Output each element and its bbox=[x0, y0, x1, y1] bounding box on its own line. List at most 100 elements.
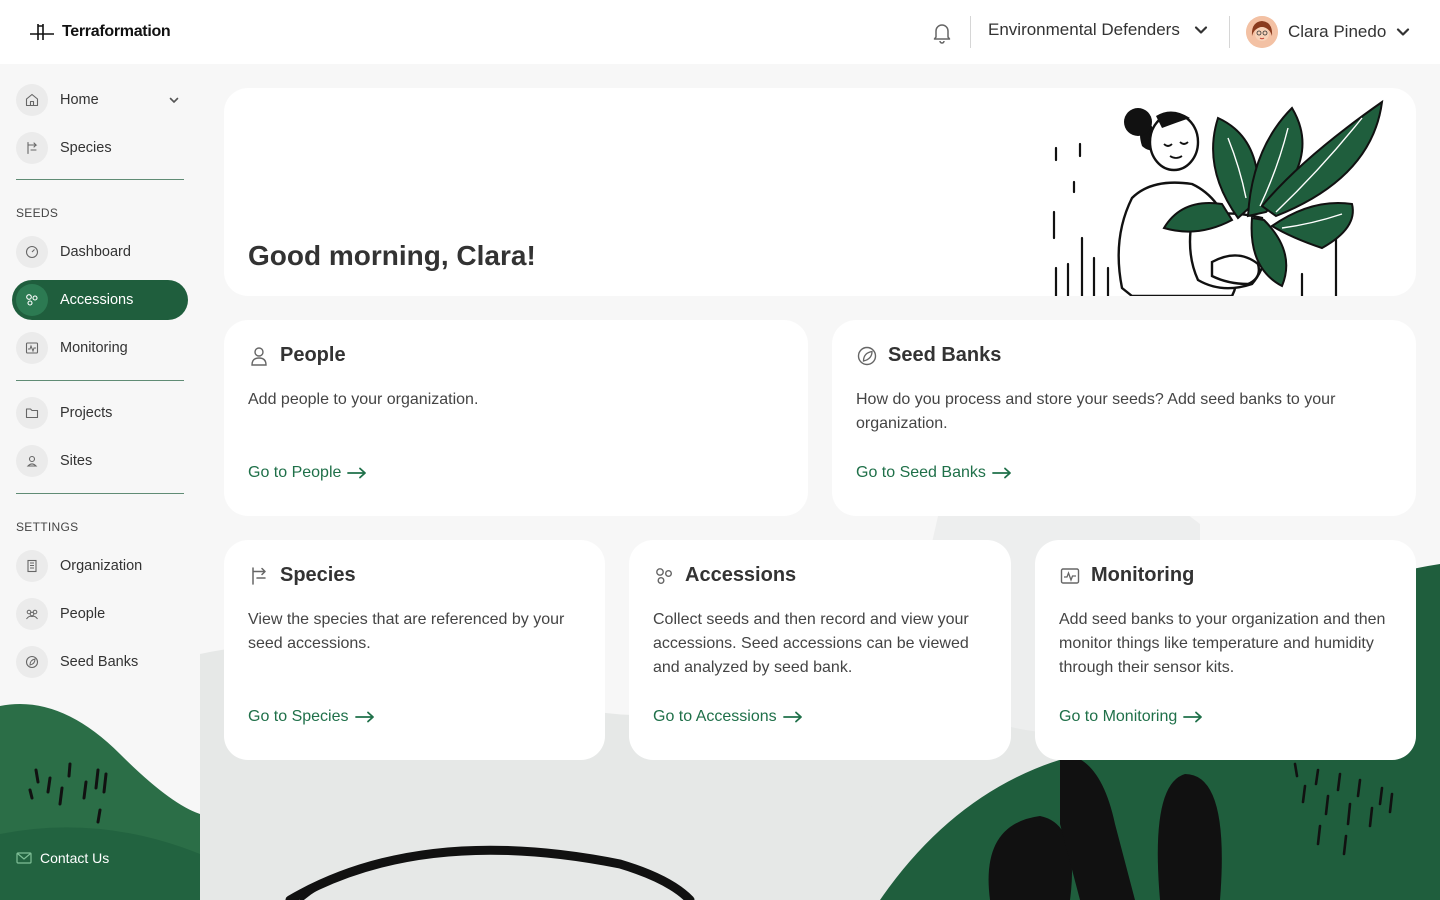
person-icon bbox=[251, 346, 267, 366]
sidebar-divider bbox=[16, 380, 184, 381]
home-icon-wrap bbox=[16, 84, 48, 116]
sidebar-item-species[interactable]: Species bbox=[12, 128, 188, 168]
seed-banks-card-description: How do you process and store your seeds?… bbox=[856, 391, 1336, 432]
chevron-down-icon bbox=[1194, 26, 1207, 34]
sidebar-item-dashboard[interactable]: Dashboard bbox=[12, 232, 188, 272]
user-name: Clara Pinedo bbox=[1288, 22, 1387, 41]
arrow-right-icon bbox=[354, 711, 374, 723]
location-icon bbox=[26, 455, 38, 467]
gauge-icon-wrap bbox=[16, 236, 48, 268]
species-icon-wrap bbox=[16, 132, 48, 164]
building-icon bbox=[27, 559, 37, 573]
monitor-icon-wrap bbox=[16, 332, 48, 364]
seed-banks-card-title: Seed Banks bbox=[888, 344, 1002, 366]
people-card-title: People bbox=[280, 344, 346, 366]
sidebar-item-label: Dashboard bbox=[60, 244, 131, 260]
arrow-right-icon bbox=[782, 711, 802, 723]
sidebar-item-projects[interactable]: Projects bbox=[12, 393, 188, 433]
sidebar-item-label: Projects bbox=[60, 405, 113, 421]
sidebar-section-header: SEEDS bbox=[16, 206, 59, 220]
go-to-accessions-link[interactable]: Go to Accessions bbox=[653, 708, 803, 726]
building-icon-wrap bbox=[16, 550, 48, 582]
go-to-seed-banks-link[interactable]: Go to Seed Banks bbox=[856, 464, 1012, 482]
greeting-title: Good morning, Clara! bbox=[248, 240, 536, 271]
seeds-icon-wrap bbox=[16, 284, 48, 316]
plant-illustration bbox=[1052, 99, 1384, 296]
sidebar-item-label: Home bbox=[60, 92, 99, 108]
folder-icon-wrap bbox=[16, 397, 48, 429]
main-content: Good morning, Clara! People Add people t… bbox=[200, 64, 1440, 900]
arrow-right-icon bbox=[1183, 711, 1203, 723]
organization-selector[interactable]: Environmental Defenders bbox=[988, 20, 1208, 40]
people-card-description: Add people to your organization. bbox=[248, 391, 479, 408]
avatar bbox=[1246, 16, 1278, 48]
seed-bank-icon-wrap bbox=[16, 646, 48, 678]
monitoring-card: Monitoring Add seed banks to your organi… bbox=[1035, 540, 1416, 760]
people-icon bbox=[26, 609, 38, 620]
sidebar-item-monitoring[interactable]: Monitoring bbox=[12, 328, 188, 368]
accessions-card-header: Accessions bbox=[653, 564, 796, 587]
people-card-header: People bbox=[248, 344, 346, 367]
header-divider bbox=[1229, 16, 1230, 48]
species-icon bbox=[252, 566, 266, 585]
seed-bank-icon bbox=[25, 655, 39, 669]
organization-name: Environmental Defenders bbox=[988, 20, 1180, 39]
link-label: Go to Seed Banks bbox=[856, 464, 986, 481]
logo-icon bbox=[30, 24, 54, 40]
people-card: People Add people to your organization. … bbox=[224, 320, 808, 516]
sidebar-item-seed-banks[interactable]: Seed Banks bbox=[12, 642, 188, 682]
folder-icon bbox=[25, 408, 39, 419]
chevron-down-icon bbox=[1397, 28, 1410, 36]
bell-icon[interactable] bbox=[930, 20, 954, 44]
chevron-down-icon bbox=[169, 97, 179, 104]
sidebar-section-header: SETTINGS bbox=[16, 520, 79, 534]
contact-us-link[interactable]: Contact Us bbox=[16, 850, 109, 866]
sidebar-item-accessions[interactable]: Accessions bbox=[12, 280, 188, 320]
seeds-icon bbox=[26, 294, 38, 306]
sidebar-item-people[interactable]: People bbox=[12, 594, 188, 634]
monitoring-card-description: Add seed banks to your organization and … bbox=[1059, 611, 1386, 676]
species-card-title: Species bbox=[280, 564, 356, 586]
species-card-header: Species bbox=[248, 564, 356, 587]
sidebar-item-label: Accessions bbox=[60, 292, 134, 308]
seed-banks-card-header: Seed Banks bbox=[856, 344, 1001, 367]
sidebar-item-organization[interactable]: Organization bbox=[12, 546, 188, 586]
sidebar-item-sites[interactable]: Sites bbox=[12, 441, 188, 481]
monitoring-card-title: Monitoring bbox=[1091, 564, 1195, 586]
top-bar: Terraformation Environmental Defenders C… bbox=[0, 0, 1440, 64]
user-menu[interactable]: Clara Pinedo bbox=[1246, 16, 1410, 48]
contact-us-label: Contact Us bbox=[40, 850, 110, 866]
accessions-card-title: Accessions bbox=[685, 564, 797, 586]
sidebar: Home Species SEEDS Dashboard Accessions … bbox=[0, 64, 200, 900]
seeds-icon bbox=[656, 567, 672, 584]
seed-banks-card: Seed Banks How do you process and store … bbox=[832, 320, 1416, 516]
sidebar-item-home[interactable]: Home bbox=[12, 80, 188, 120]
sidebar-item-label: Seed Banks bbox=[60, 654, 139, 670]
brand-name: Terraformation bbox=[62, 23, 171, 40]
accessions-card: Accessions Collect seeds and then record… bbox=[629, 540, 1011, 760]
sidebar-item-label: Species bbox=[60, 140, 112, 156]
sidebar-item-label: Sites bbox=[60, 453, 93, 469]
arrow-right-icon bbox=[347, 467, 367, 479]
go-to-monitoring-link[interactable]: Go to Monitoring bbox=[1059, 708, 1203, 726]
species-icon bbox=[27, 141, 38, 155]
monitor-icon bbox=[25, 342, 39, 354]
species-card-description: View the species that are referenced by … bbox=[248, 611, 565, 652]
species-card: Species View the species that are refere… bbox=[224, 540, 605, 760]
go-to-people-link[interactable]: Go to People bbox=[248, 464, 367, 482]
monitor-icon bbox=[1060, 567, 1080, 584]
go-to-species-link[interactable]: Go to Species bbox=[248, 708, 375, 726]
link-label: Go to Accessions bbox=[653, 708, 777, 725]
mail-icon bbox=[16, 852, 32, 864]
brand-logo[interactable]: Terraformation bbox=[28, 20, 171, 44]
home-icon bbox=[25, 93, 39, 107]
link-label: Go to People bbox=[248, 464, 342, 481]
arrow-right-icon bbox=[991, 467, 1011, 479]
sidebar-divider bbox=[16, 493, 184, 494]
accessions-card-description: Collect seeds and then record and view y… bbox=[653, 611, 969, 676]
gauge-icon bbox=[25, 245, 39, 259]
welcome-card: Good morning, Clara! bbox=[224, 88, 1416, 296]
link-label: Go to Species bbox=[248, 708, 349, 725]
link-label: Go to Monitoring bbox=[1059, 708, 1178, 725]
header-divider bbox=[970, 16, 971, 48]
